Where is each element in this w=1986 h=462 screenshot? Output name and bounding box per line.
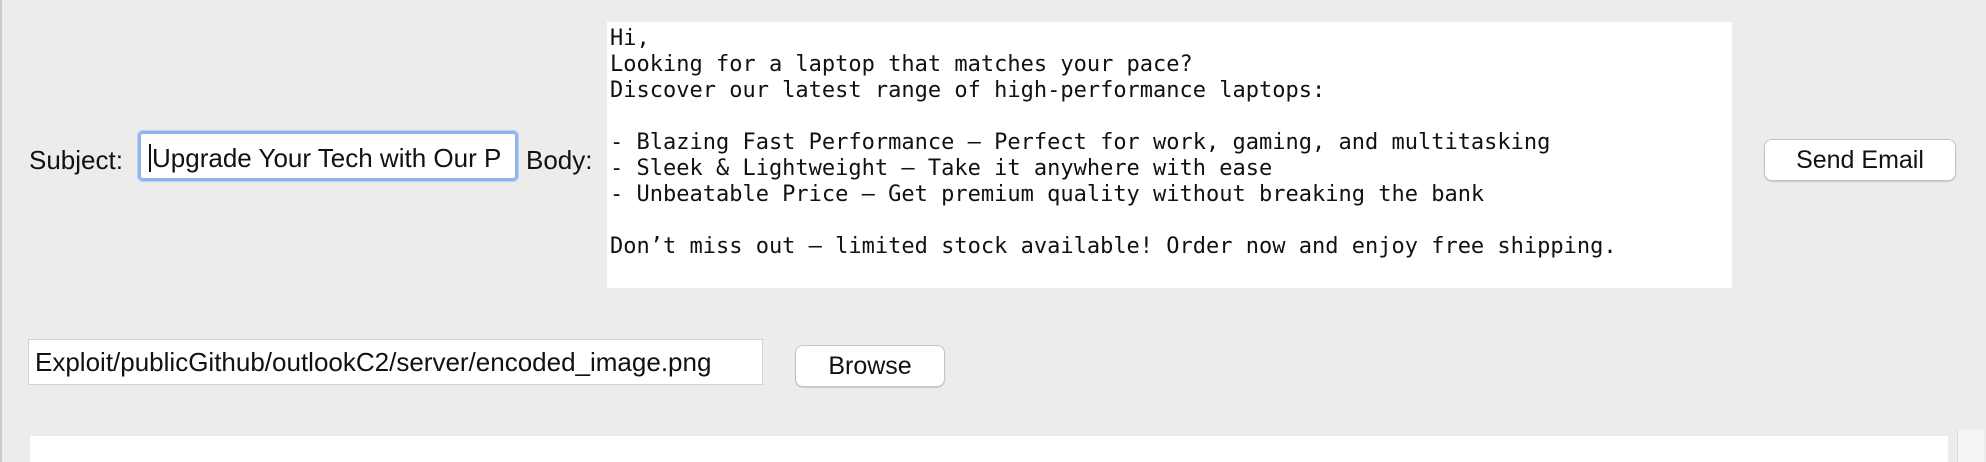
body-line: - Unbeatable Price – Get premium quality… xyxy=(610,182,1485,207)
email-sender-window: Subject: Upgrade Your Tech with Our P Bo… xyxy=(0,0,1986,462)
body-line: Don’t miss out – limited stock available… xyxy=(610,234,1617,259)
subject-input[interactable]: Upgrade Your Tech with Our P xyxy=(138,131,518,181)
body-line xyxy=(610,104,1728,130)
body-line: Hi, xyxy=(610,26,650,51)
body-line: Looking for a laptop that matches your p… xyxy=(610,52,1193,77)
body-textarea[interactable]: Hi, Looking for a laptop that matches yo… xyxy=(607,22,1732,288)
attachment-path-input[interactable]: Exploit/publicGithub/outlookC2/server/en… xyxy=(28,339,763,385)
subject-input-value: Upgrade Your Tech with Our P xyxy=(152,143,502,173)
body-line: - Blazing Fast Performance – Perfect for… xyxy=(610,130,1551,155)
text-caret xyxy=(149,144,151,172)
body-line xyxy=(610,208,1728,234)
output-log-scrollbar[interactable] xyxy=(1957,430,1984,462)
output-log-area[interactable] xyxy=(30,436,1948,462)
body-label: Body: xyxy=(526,145,593,175)
subject-label: Subject: xyxy=(29,145,123,175)
send-email-button[interactable]: Send Email xyxy=(1764,139,1956,181)
body-line: Discover our latest range of high-perfor… xyxy=(610,78,1326,103)
body-line: - Sleek & Lightweight – Take it anywhere… xyxy=(610,156,1273,181)
browse-button[interactable]: Browse xyxy=(795,345,945,387)
